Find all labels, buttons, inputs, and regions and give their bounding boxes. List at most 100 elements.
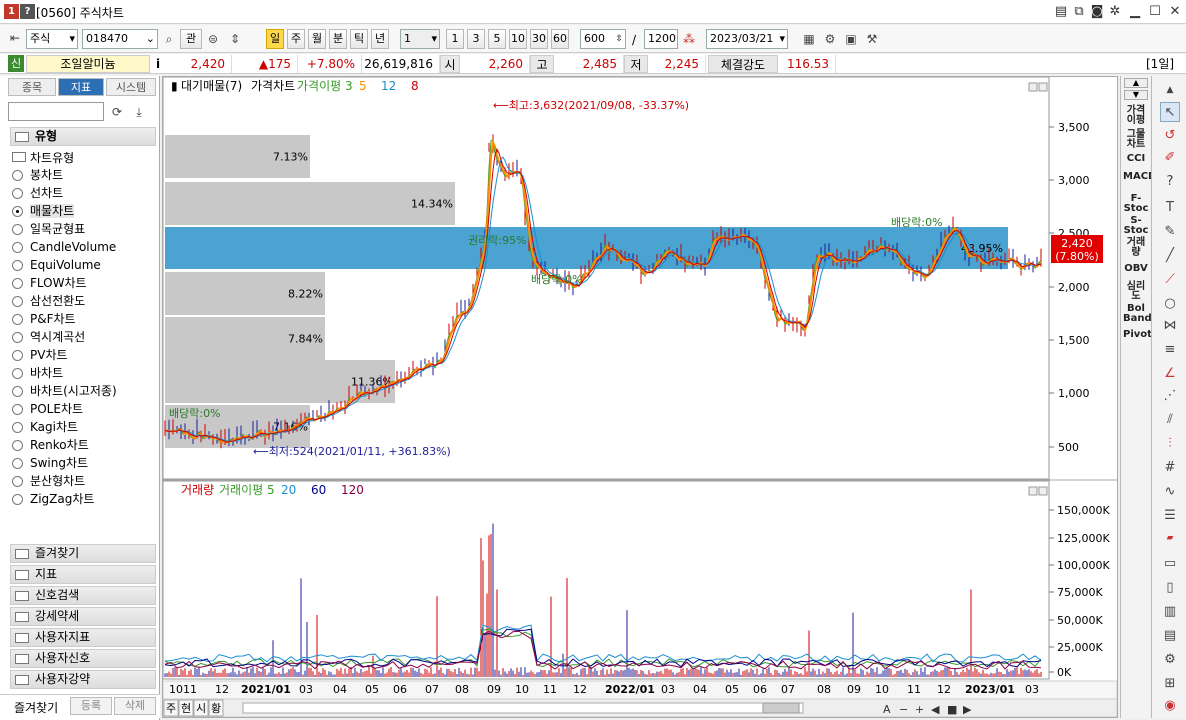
chart-settings-icon[interactable]: ▦ — [800, 30, 818, 48]
count-input[interactable]: 600 ⇳ — [580, 29, 626, 49]
period-tick-button[interactable]: 틱 — [350, 29, 368, 49]
interval-5-button[interactable]: 5 — [488, 29, 506, 49]
chart-type-item[interactable]: 봉차트 — [12, 167, 63, 184]
question-icon[interactable]: ? — [1160, 172, 1180, 192]
scroll-down-icon[interactable]: ▼ — [1124, 90, 1148, 100]
indicator-shortcut[interactable]: Bol Band — [1123, 304, 1152, 324]
chart-canvas[interactable]: 7.13%14.34%8.22%7.84%11.36%7.16%43.95% 3… — [163, 77, 1117, 717]
brush-icon[interactable]: ✎ — [1160, 222, 1180, 242]
indicator-shortcut[interactable]: Pivot — [1123, 330, 1152, 340]
save-icon[interactable]: ▣ — [842, 30, 860, 48]
undo-icon[interactable]: ↺ — [1160, 126, 1180, 146]
chart-type-item[interactable]: Kagi차트 — [12, 419, 78, 436]
gann-icon[interactable]: ∠ — [1160, 364, 1180, 384]
date-select[interactable]: 2023/03/21 ▾ — [706, 29, 788, 49]
chart-type-item[interactable]: 바차트(시고저종) — [12, 383, 117, 400]
chart-type-item[interactable]: 삼선전환도 — [12, 293, 85, 310]
info-icon[interactable]: i — [156, 55, 160, 73]
chart-type-item[interactable]: 매물차트 — [12, 203, 75, 220]
alert-icon[interactable]: ◉ — [1160, 696, 1180, 716]
tab-system[interactable]: 시스템 — [106, 78, 156, 96]
document-icon[interactable]: ▯ — [1160, 578, 1180, 598]
chart-type-item[interactable]: PV차트 — [12, 347, 68, 364]
folder-item[interactable]: 사용자신호 — [10, 649, 156, 668]
interval-1-button[interactable]: 1 — [446, 29, 464, 49]
folder-item[interactable]: 강세약세 — [10, 607, 156, 626]
indicator-shortcut[interactable]: S-Stoc — [1123, 216, 1149, 236]
spinner-icon[interactable]: ⇳ — [615, 30, 623, 48]
chart-type-item[interactable]: ZigZag차트 — [12, 491, 94, 508]
chart-type-item[interactable]: 역시계곡선 — [12, 329, 85, 346]
copy-icon[interactable]: ⧉ — [1070, 3, 1088, 21]
stock-name[interactable]: 조일알미늄 — [26, 55, 150, 73]
period-month-button[interactable]: 월 — [308, 29, 326, 49]
list-icon[interactable]: ▤ — [1160, 626, 1180, 646]
tree-group[interactable]: 차트유형 — [10, 149, 74, 166]
folder-item[interactable]: 지표 — [10, 565, 156, 584]
refresh-icon[interactable]: ⟳ — [108, 103, 126, 121]
chart-type-item[interactable]: 선차트 — [12, 185, 63, 202]
grid-tool-icon[interactable]: # — [1160, 458, 1180, 478]
text-tool-icon[interactable]: T — [1160, 198, 1180, 218]
trendline-icon[interactable]: ╱ — [1160, 246, 1180, 266]
chart-type-item[interactable]: POLE차트 — [12, 401, 83, 418]
interval-10-button[interactable]: 10 — [509, 29, 527, 49]
chart-type-item[interactable]: 분산형차트 — [12, 473, 85, 490]
indicator-shortcut[interactable]: 그물차트 — [1123, 130, 1149, 150]
scroll-up-icon[interactable]: ▲ — [1124, 78, 1148, 88]
line-tool-icon[interactable]: ⟋ — [1160, 270, 1180, 290]
window-number-badge[interactable]: 1 — [4, 4, 19, 19]
folder-item[interactable]: 사용자지표 — [10, 628, 156, 647]
period-year-button[interactable]: 년 — [371, 29, 389, 49]
download-icon[interactable]: ⤓ — [130, 103, 148, 121]
interval-3-button[interactable]: 3 — [467, 29, 485, 49]
auto-icon[interactable]: ▰ — [1160, 528, 1180, 548]
nav-first-icon[interactable]: ⇤ — [6, 29, 24, 47]
chart-type-item[interactable]: CandleVolume — [12, 239, 116, 256]
tools-icon[interactable]: ⚒ — [863, 30, 881, 48]
folder-item[interactable]: 사용자강약 — [10, 670, 156, 689]
help-button[interactable]: ? — [20, 4, 35, 19]
gwan-button[interactable]: 관 — [180, 29, 202, 49]
memo-icon[interactable]: ▤ — [1052, 3, 1070, 21]
chart-type-item[interactable]: P&F차트 — [12, 311, 76, 328]
indicator-shortcut[interactable]: CCI — [1123, 154, 1149, 164]
scroll-up-icon[interactable]: ▲ — [1160, 80, 1180, 100]
period-minute-button[interactable]: 분 — [329, 29, 347, 49]
close-button[interactable]: ✕ — [1166, 3, 1184, 21]
folder-item[interactable]: 신호검색 — [10, 586, 156, 605]
camera-icon[interactable]: ◙ — [1088, 3, 1106, 21]
wrench-icon[interactable]: ⚙ — [1160, 650, 1180, 670]
pattern-icon[interactable]: ⋈ — [1160, 316, 1180, 336]
fibo-retrace-icon[interactable]: ☰ — [1160, 506, 1180, 526]
max-count-field[interactable]: 1200 — [644, 29, 678, 49]
interval-60-button[interactable]: 60 — [551, 29, 569, 49]
gear-icon[interactable]: ✲ — [1106, 3, 1124, 21]
search-icon[interactable]: ⌕ — [160, 30, 178, 48]
period-day-button[interactable]: 일 — [266, 29, 284, 49]
indicator-shortcut[interactable]: F-Stoc — [1123, 194, 1149, 214]
indicator-search-input[interactable] — [8, 102, 104, 121]
gear-icon[interactable]: ⚙ — [821, 30, 839, 48]
delete-button[interactable]: 삭제 — [114, 697, 156, 715]
maximize-button[interactable]: ☐ — [1146, 3, 1164, 21]
sort-icon[interactable]: ⊜ — [204, 30, 222, 48]
indicator-shortcut[interactable]: OBV — [1123, 264, 1149, 274]
bar-chart-icon[interactable]: ▥ — [1160, 602, 1180, 622]
window-icon[interactable]: ▭ — [1160, 554, 1180, 574]
minimize-button[interactable]: ▁ — [1126, 3, 1144, 21]
tab-indicators[interactable]: 지표 — [58, 78, 104, 96]
channel-icon[interactable]: ≡ — [1160, 340, 1180, 360]
interval-select[interactable]: 1 ▾ — [400, 29, 440, 49]
updown-icon[interactable]: ⇕ — [226, 30, 244, 48]
cursor-icon[interactable]: ↖ — [1160, 102, 1180, 122]
folder-item[interactable]: 즐겨찾기 — [10, 544, 156, 563]
interval-30-button[interactable]: 30 — [530, 29, 548, 49]
fibo-fan-icon[interactable]: ⫽ — [1160, 410, 1180, 430]
chart-type-item[interactable]: FLOW차트 — [12, 275, 87, 292]
chart-type-item[interactable]: Renko차트 — [12, 437, 89, 454]
chart-type-item[interactable]: EquiVolume — [12, 257, 101, 274]
eraser-all-icon[interactable]: ✐ — [1160, 148, 1180, 168]
indicator-shortcut[interactable]: MACD — [1123, 172, 1156, 182]
cycle-icon[interactable]: ⫶ — [1160, 434, 1180, 454]
